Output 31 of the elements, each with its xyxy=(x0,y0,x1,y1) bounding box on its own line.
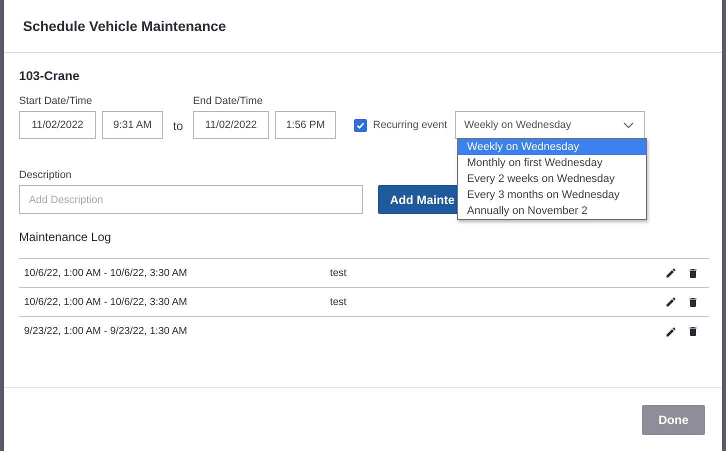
description-field[interactable]: Add Description xyxy=(19,185,363,214)
date-field[interactable]: 11/02/2022 xyxy=(19,111,96,139)
checkbox-label: Recurring event xyxy=(373,119,448,131)
time-field[interactable]: 9:31 AM xyxy=(102,111,163,139)
field-label: Description xyxy=(19,169,73,181)
separator-text: to xyxy=(173,119,184,133)
dialog-title: Schedule Vehicle Maintenance xyxy=(23,18,226,34)
field-label: Start Date/Time xyxy=(19,95,94,107)
vehicle-name: 103-Crane xyxy=(19,69,80,83)
dropdown-option[interactable]: Monthly on first Wednesday xyxy=(458,155,646,171)
trash-icon[interactable] xyxy=(687,325,699,338)
section-title: Maintenance Log xyxy=(19,230,112,244)
pencil-icon[interactable] xyxy=(665,296,677,308)
description-cell-text: test xyxy=(330,268,348,278)
pencil-icon[interactable] xyxy=(665,267,677,279)
description-cell-text: test xyxy=(330,296,348,308)
date-range-cell-text: 9/23/22, 1:00 AM - 9/23/22, 1:30 AM xyxy=(24,326,188,337)
checkbox[interactable] xyxy=(354,118,368,132)
chevron-down-icon xyxy=(623,122,634,128)
dropdown-option[interactable]: Annually on November 2 xyxy=(458,203,646,219)
trash-icon[interactable] xyxy=(687,266,699,280)
dropdown-option[interactable]: Every 2 weeks on Wednesday xyxy=(458,171,646,187)
field-label: End Date/Time xyxy=(193,95,264,107)
date-field[interactable]: 11/02/2022 xyxy=(193,111,270,139)
time-field[interactable]: 1:56 PM xyxy=(275,111,336,139)
pencil-icon[interactable] xyxy=(665,326,677,338)
dropdown-option[interactable]: Weekly on Wednesday xyxy=(458,139,646,155)
trash-icon[interactable] xyxy=(687,296,699,308)
date-range-cell-text: 10/6/22, 1:00 AM - 10/6/22, 3:30 AM xyxy=(24,296,188,308)
date-range-cell-text: 10/6/22, 1:00 AM - 10/6/22, 3:30 AM xyxy=(24,268,188,278)
dropdown-option[interactable]: Every 3 months on Wednesday xyxy=(458,187,646,203)
